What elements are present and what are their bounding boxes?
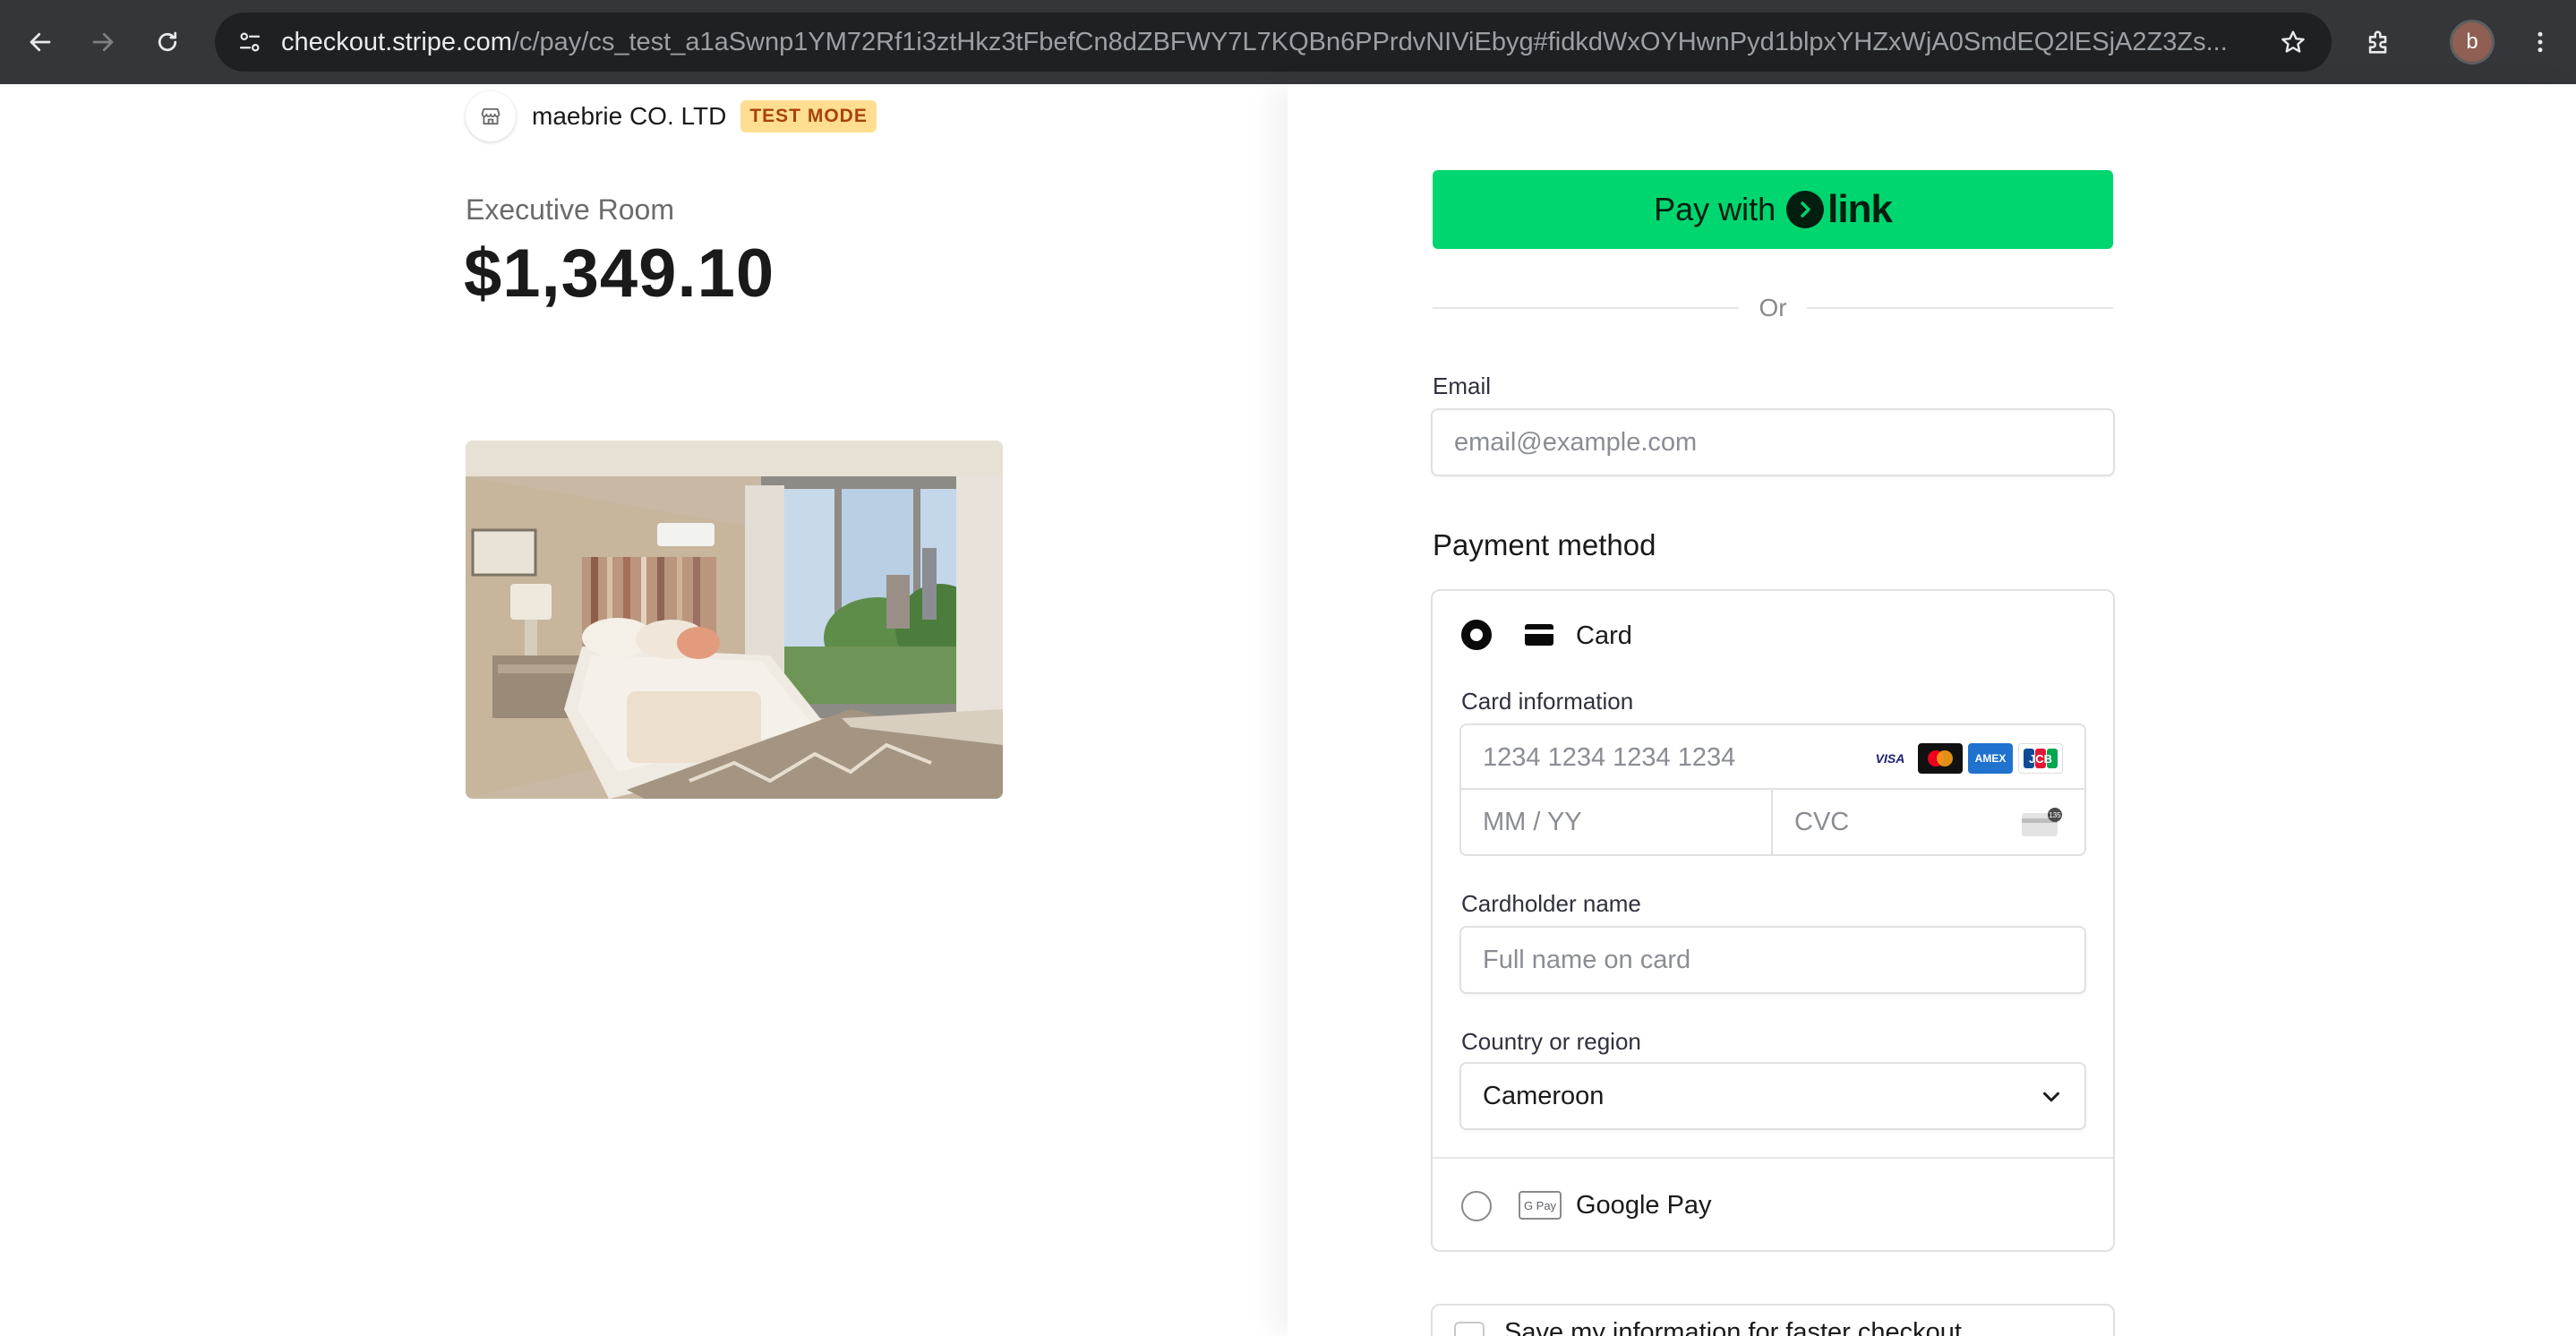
country-value: Cameroon (1483, 1082, 1605, 1110)
or-divider: Or (1433, 288, 2114, 328)
payment-method-title: Payment method (1433, 528, 1656, 561)
card-radio[interactable] (1461, 620, 1492, 650)
email-field[interactable] (1431, 408, 2115, 476)
card-expiry-placeholder: MM / YY (1483, 808, 1582, 836)
star-icon (2281, 30, 2305, 53)
card-number-field[interactable]: 1234 1234 1234 1234 VISA AMEX JCB (1461, 725, 2084, 790)
site-info-icon (239, 32, 261, 52)
divider-line (1806, 307, 2114, 309)
browser-menu-button[interactable] (2518, 18, 2563, 66)
card-number-placeholder: 1234 1234 1234 1234 (1483, 743, 1736, 772)
address-bar[interactable]: checkout.stripe.com/c/pay/cs_test_a1aSwn… (215, 13, 2332, 72)
card-expiry-field[interactable]: MM / YY (1461, 790, 1773, 854)
card-brand-logos: VISA AMEX JCB (1868, 743, 2063, 774)
google-pay-label[interactable]: Google Pay (1576, 1191, 1712, 1220)
cardholder-name-field[interactable] (1459, 926, 2086, 994)
back-arrow-icon (30, 32, 51, 52)
reload-button[interactable] (143, 18, 192, 66)
extensions-button[interactable] (2355, 18, 2403, 66)
url-text[interactable]: checkout.stripe.com/c/pay/cs_test_a1aSwn… (281, 13, 2233, 72)
link-brand-wordmark: link (1827, 187, 1893, 231)
card-information-label: Card information (1461, 688, 1634, 715)
cardholder-name-label: Cardholder name (1461, 890, 1641, 917)
mastercard-icon (1918, 743, 1963, 774)
or-text: Or (1759, 294, 1787, 321)
credit-card-icon (1525, 624, 1553, 646)
url-path: /c/pay/cs_test_a1aSwnp1YM72Rf1i3ztHkz3tF… (511, 28, 2228, 56)
save-info-checkbox[interactable] (1454, 1322, 1485, 1336)
visa-icon: VISA (1868, 743, 1913, 774)
svg-text:135: 135 (2049, 811, 2061, 819)
country-select[interactable]: Cameroon (1459, 1062, 2086, 1130)
card-information-fields: 1234 1234 1234 1234 VISA AMEX JCB MM / Y… (1459, 724, 2086, 856)
site-info-button[interactable] (229, 21, 270, 63)
url-domain: checkout.stripe.com (281, 28, 512, 56)
reload-icon (158, 31, 177, 52)
jcb-icon: JCB (2018, 743, 2063, 774)
link-arrow-icon (1786, 191, 1825, 228)
google-pay-radio[interactable] (1461, 1191, 1492, 1221)
jcb-label: JCB (2029, 752, 2052, 766)
pay-with-link-label: Pay with (1654, 191, 1776, 227)
browser-toolbar: checkout.stripe.com/c/pay/cs_test_a1aSwn… (0, 0, 2576, 84)
chevron-down-icon (2043, 1092, 2059, 1102)
back-button[interactable] (16, 18, 64, 66)
card-cvc-placeholder: CVC (1794, 808, 1850, 836)
forward-button[interactable] (79, 18, 127, 66)
merchant-name: maebrie CO. LTD (532, 102, 727, 130)
bookmark-button[interactable] (2272, 21, 2314, 63)
bedroom-photo (466, 441, 1003, 799)
divider-line (1433, 307, 1740, 309)
store-icon (481, 107, 501, 125)
card-cvc-field[interactable]: CVC 135 (1773, 790, 2084, 854)
profile-avatar[interactable]: b (2450, 20, 2495, 64)
pay-with-link-button[interactable]: Pay with link (1433, 170, 2113, 249)
save-info-label: Save my information for faster checkout (1504, 1318, 1962, 1336)
payment-method-divider (1433, 1157, 2113, 1159)
test-mode-badge: TEST MODE (740, 100, 877, 133)
email-label: Email (1433, 373, 1492, 399)
product-price: $1,349.10 (464, 236, 775, 312)
merchant-header[interactable]: maebrie CO. LTD TEST MODE (466, 90, 877, 143)
kebab-menu-icon (2537, 31, 2543, 53)
merchant-logo (466, 91, 516, 141)
google-pay-icon: G Pay (1519, 1191, 1562, 1220)
forward-arrow-icon (92, 32, 114, 52)
product-name: Executive Room (466, 193, 674, 226)
country-label: Country or region (1461, 1028, 1641, 1055)
product-image (466, 441, 1003, 799)
save-info-box[interactable]: Save my information for faster checkout (1431, 1304, 2115, 1336)
amex-icon: AMEX (1968, 743, 2013, 774)
extensions-icon (2368, 30, 2387, 54)
cvc-card-icon: 135 (2022, 808, 2062, 836)
card-option-label[interactable]: Card (1576, 621, 1632, 651)
